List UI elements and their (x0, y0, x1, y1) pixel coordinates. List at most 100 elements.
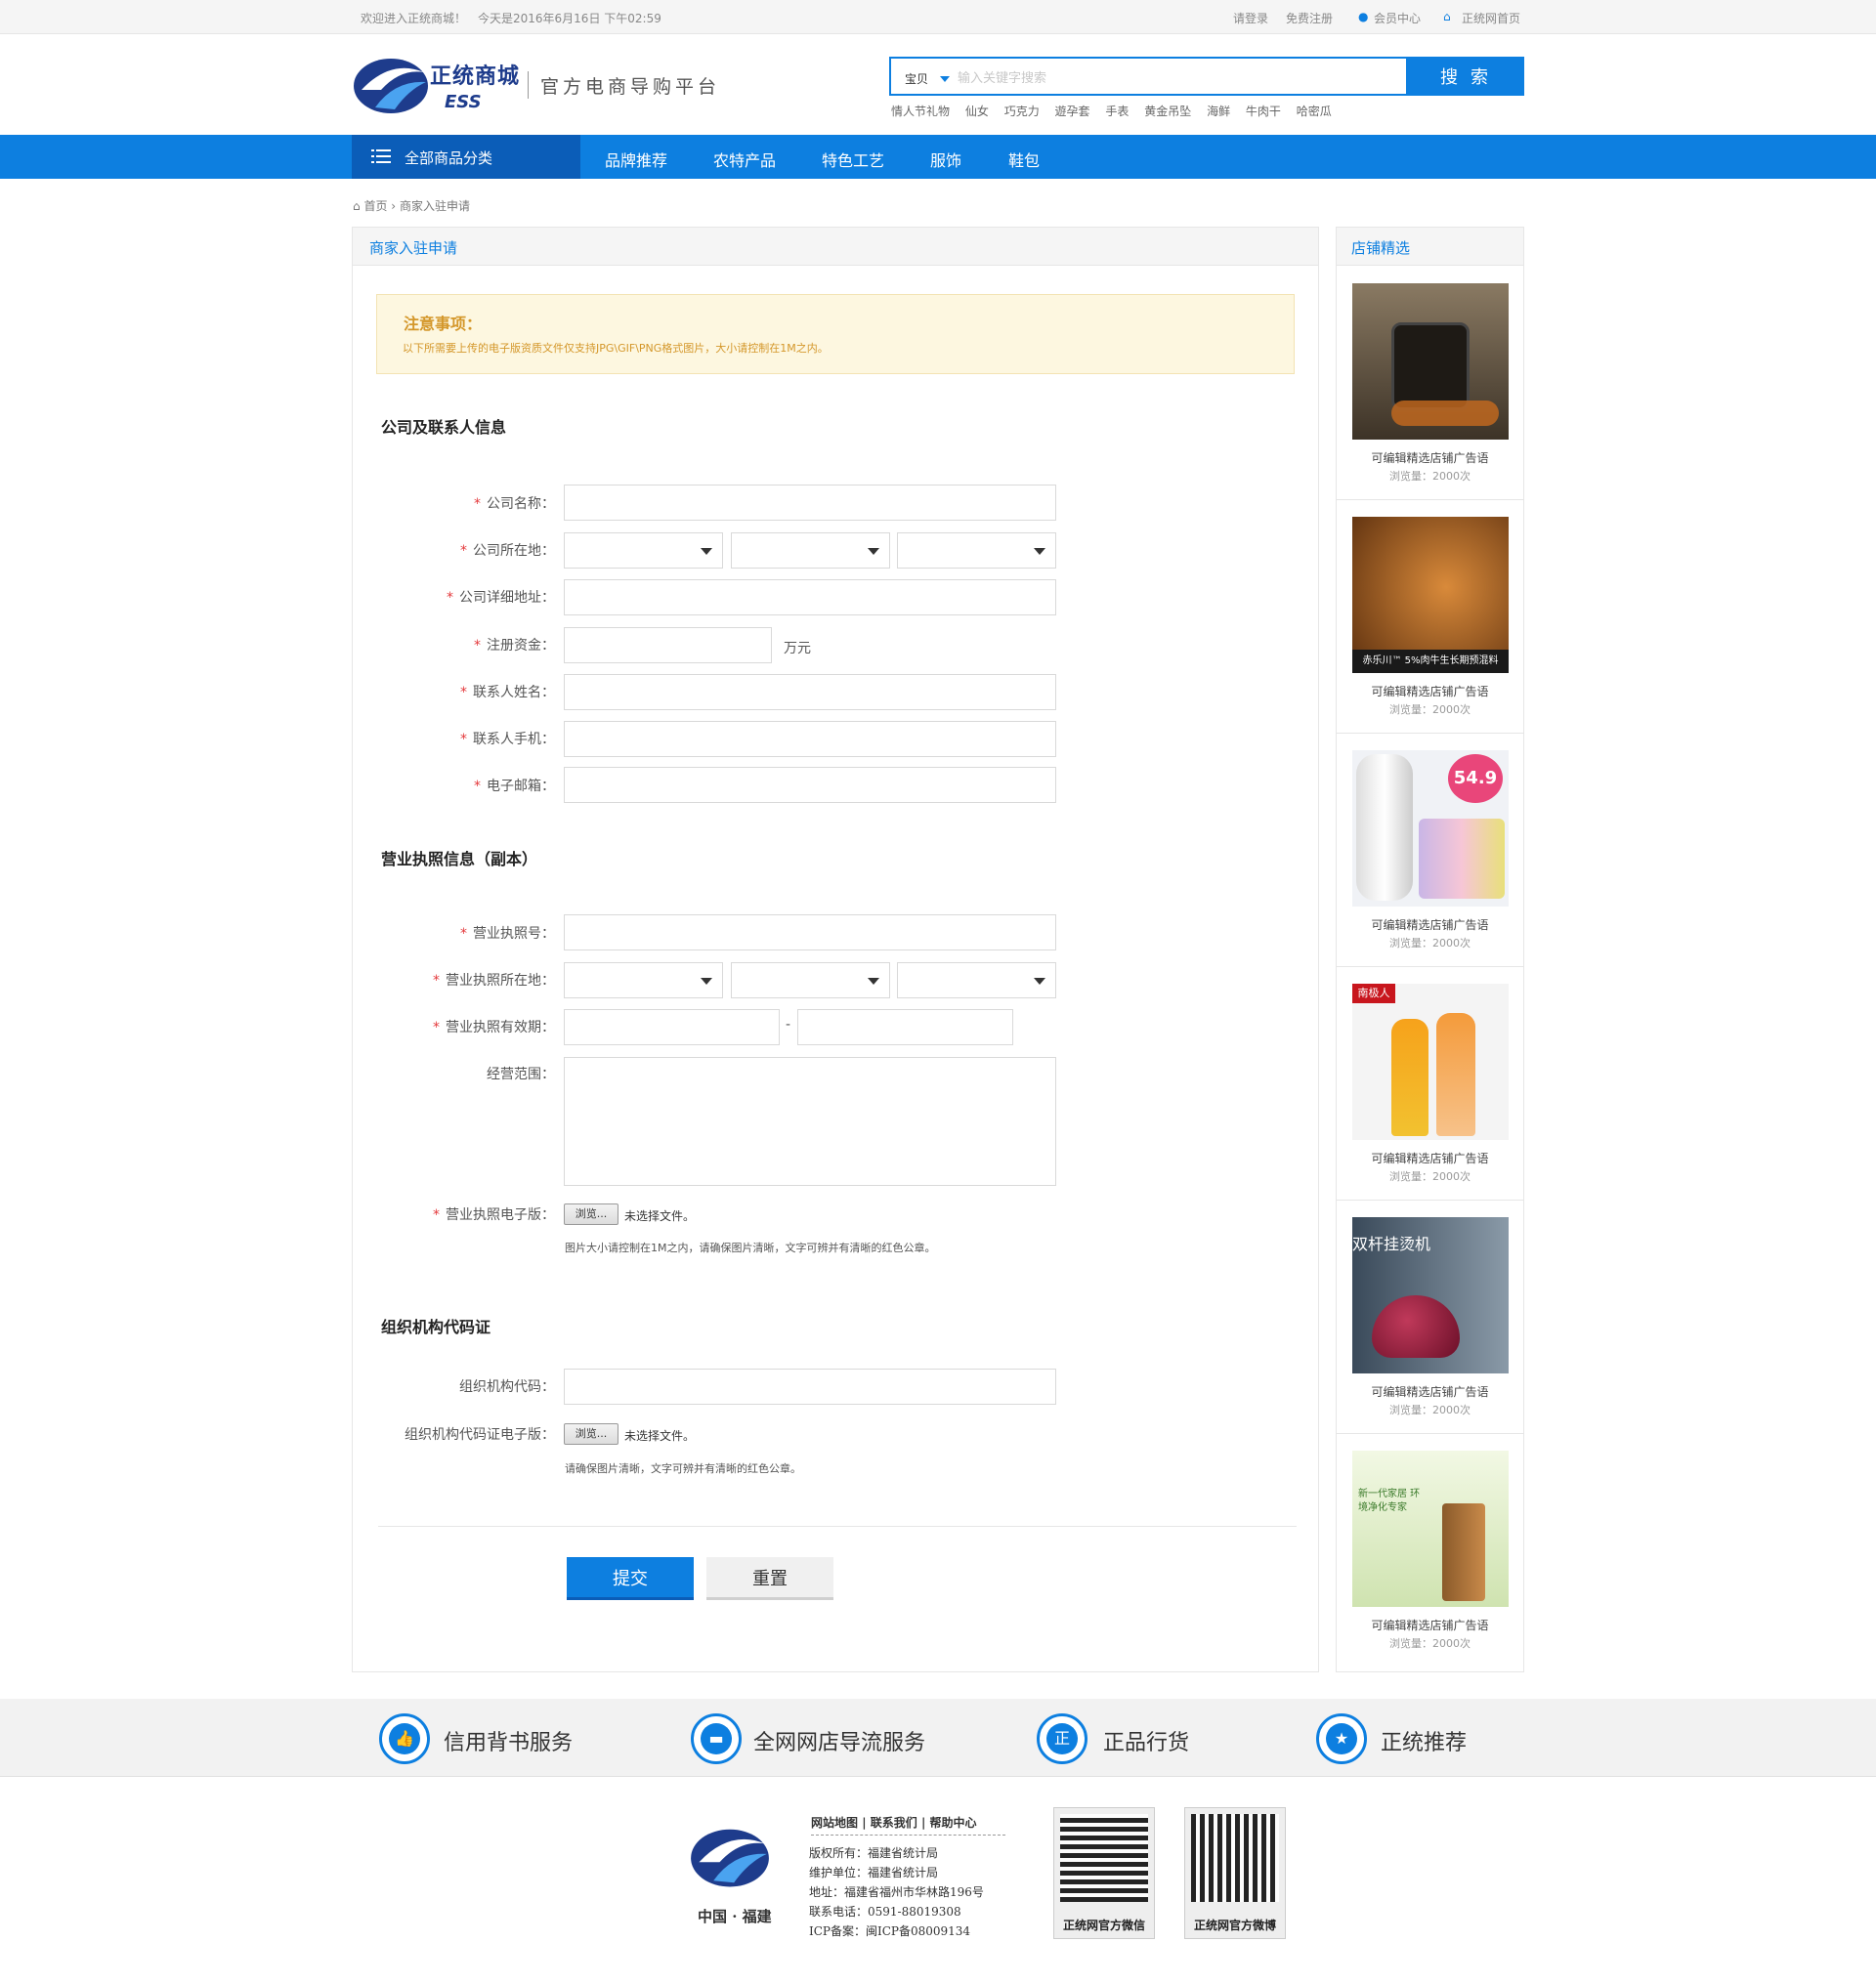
register-link[interactable]: 免费注册 (1286, 10, 1333, 26)
sitemap-link[interactable]: 网站地图 (811, 1816, 858, 1830)
license-file-browse-button[interactable]: 浏览... (564, 1203, 618, 1225)
company-address-label: * 公司详细地址： (353, 587, 555, 607)
nav-item-brand[interactable]: 品牌推荐 (605, 148, 667, 171)
license-start-date-input[interactable] (564, 1009, 780, 1045)
nav-item-crafts[interactable]: 特色工艺 (822, 148, 884, 171)
thumbs-up-icon: 👍 (379, 1713, 430, 1764)
shop-image[interactable]: 南极人 (1352, 984, 1509, 1140)
logo-icon[interactable] (352, 51, 430, 117)
org-file-browse-button[interactable]: 浏览... (564, 1423, 618, 1445)
shop-card[interactable]: 54.9 可编辑精选店铺广告语 浏览量：2000次 (1337, 734, 1523, 967)
shop-image[interactable] (1352, 283, 1509, 440)
hot-keyword[interactable]: 黄金吊坠 (1144, 105, 1191, 118)
shop-image[interactable]: 54.9 (1352, 750, 1509, 907)
shop-image[interactable]: 双杆挂烫机 (1352, 1217, 1509, 1373)
contact-link[interactable]: 联系我们 (871, 1816, 917, 1830)
contact-phone-input[interactable] (564, 721, 1056, 757)
shop-card[interactable]: 新一代家居 环境净化专家 可编辑精选店铺广告语 浏览量：2000次 (1337, 1434, 1523, 1667)
required-mark: * (460, 685, 467, 700)
org-code-label: 组织机构代码： (353, 1376, 555, 1396)
qr-code-icon (1191, 1814, 1279, 1902)
breadcrumb-home[interactable]: 首页 (363, 199, 387, 213)
chevron-down-icon[interactable] (940, 76, 950, 82)
license-province-select[interactable] (564, 962, 723, 998)
company-address-input[interactable] (564, 579, 1056, 615)
hot-keyword[interactable]: 牛肉干 (1246, 105, 1281, 118)
service-glyph: 👍 (389, 1723, 420, 1754)
license-city-select[interactable] (731, 962, 890, 998)
label-text: 组织机构代码： (459, 1379, 555, 1395)
business-scope-label: 经营范围： (353, 1064, 555, 1083)
email-label: * 电子邮箱： (353, 776, 555, 795)
qr-caption: 正统网官方微博 (1193, 1919, 1276, 1932)
shop-card[interactable]: 双杆挂烫机 可编辑精选店铺广告语 浏览量：2000次 (1337, 1201, 1523, 1434)
shop-card[interactable]: 南极人 可编辑精选店铺广告语 浏览量：2000次 (1337, 967, 1523, 1201)
license-no-input[interactable] (564, 914, 1056, 950)
label-text: 公司所在地： (473, 543, 555, 559)
welcome-text: 欢迎进入正统商城！ (361, 12, 467, 25)
license-district-select[interactable] (897, 962, 1056, 998)
capital-input[interactable] (564, 627, 772, 663)
shop-views: 浏览量：2000次 (1389, 1637, 1471, 1650)
jar-shape (1391, 322, 1470, 410)
top-bar: 欢迎进入正统商城！ 今天是2016年6月16日 下午02:59 请登录 免费注册… (0, 0, 1876, 34)
shop-card[interactable]: 可编辑精选店铺广告语 浏览量：2000次 (1337, 267, 1523, 500)
company-name-input[interactable] (564, 485, 1056, 521)
shop-image[interactable]: 赤乐川™ 5%肉牛生长期预混料 (1352, 517, 1509, 673)
search-button[interactable]: 搜 索 (1408, 57, 1524, 96)
nav-item-bags[interactable]: 鞋包 (1008, 148, 1040, 171)
search-box: 宝贝 (889, 57, 1408, 96)
site-home-link[interactable]: 正统网首页 (1462, 10, 1520, 26)
all-categories-button[interactable]: 全部商品分类 (352, 135, 580, 179)
qr-code-icon (1060, 1814, 1148, 1902)
footer-divider (811, 1835, 1005, 1836)
district-select[interactable] (897, 532, 1056, 569)
contact-name-input[interactable] (564, 674, 1056, 710)
search-input[interactable] (956, 66, 1386, 88)
service-recommend: 正统推荐 (1381, 1731, 1468, 1755)
hot-keyword[interactable]: 情人节礼物 (891, 105, 950, 118)
hot-keyword[interactable]: 遊孕套 (1055, 105, 1090, 118)
chevron-down-icon (868, 548, 879, 555)
side-panel-title: 店铺精选 (1351, 239, 1411, 257)
shop-name[interactable]: 可编辑精选店铺广告语 (1337, 449, 1523, 466)
nav-item-agri[interactable]: 农特产品 (713, 148, 776, 171)
shop-name[interactable]: 可编辑精选店铺广告语 (1337, 1617, 1523, 1633)
help-link[interactable]: 帮助中心 (930, 1816, 977, 1830)
submit-button[interactable]: 提交 (567, 1557, 694, 1600)
hot-keyword[interactable]: 仙女 (965, 105, 989, 118)
shop-image[interactable]: 新一代家居 环境净化专家 (1352, 1451, 1509, 1607)
menu-icon (371, 149, 391, 163)
email-input[interactable] (564, 767, 1056, 803)
search-type-select[interactable]: 宝贝 (905, 70, 928, 87)
city-select[interactable] (731, 532, 890, 569)
license-end-date-input[interactable] (797, 1009, 1013, 1045)
shop-name[interactable]: 可编辑精选店铺广告语 (1337, 683, 1523, 699)
hot-keyword[interactable]: 手表 (1105, 105, 1129, 118)
org-file-status: 未选择文件。 (624, 1429, 696, 1443)
logo-subtitle: ESS (445, 92, 482, 112)
hot-keyword[interactable]: 哈密瓜 (1297, 105, 1332, 118)
org-code-input[interactable] (564, 1369, 1056, 1405)
shop-name[interactable]: 可编辑精选店铺广告语 (1337, 1150, 1523, 1166)
nav-item-clothing[interactable]: 服饰 (930, 148, 961, 171)
label-text: 营业执照号： (473, 926, 555, 942)
capital-unit: 万元 (784, 641, 811, 656)
shop-name[interactable]: 可编辑精选店铺广告语 (1337, 1383, 1523, 1400)
footer-link-divider: | (862, 1816, 871, 1830)
shop-card[interactable]: 赤乐川™ 5%肉牛生长期预混料 可编辑精选店铺广告语 浏览量：2000次 (1337, 500, 1523, 734)
license-no-label: * 营业执照号： (353, 923, 555, 943)
member-center-link[interactable]: 会员中心 (1374, 10, 1421, 26)
hot-keyword[interactable]: 巧克力 (1004, 105, 1040, 118)
hot-keyword[interactable]: 海鲜 (1207, 105, 1230, 118)
business-scope-textarea[interactable] (564, 1057, 1056, 1186)
shop-badge: 赤乐川™ 5%肉牛生长期预混料 (1352, 650, 1509, 673)
login-link[interactable]: 请登录 (1233, 10, 1268, 26)
shop-name[interactable]: 可编辑精选店铺广告语 (1337, 916, 1523, 933)
reset-button[interactable]: 重置 (706, 1557, 833, 1600)
star-icon: ★ (1316, 1713, 1367, 1764)
section-license-title: 营业执照信息（副本） (381, 850, 538, 868)
qr-caption: 正统网官方微信 (1062, 1919, 1145, 1932)
province-select[interactable] (564, 532, 723, 569)
contact-name-label: * 联系人姓名： (353, 682, 555, 701)
